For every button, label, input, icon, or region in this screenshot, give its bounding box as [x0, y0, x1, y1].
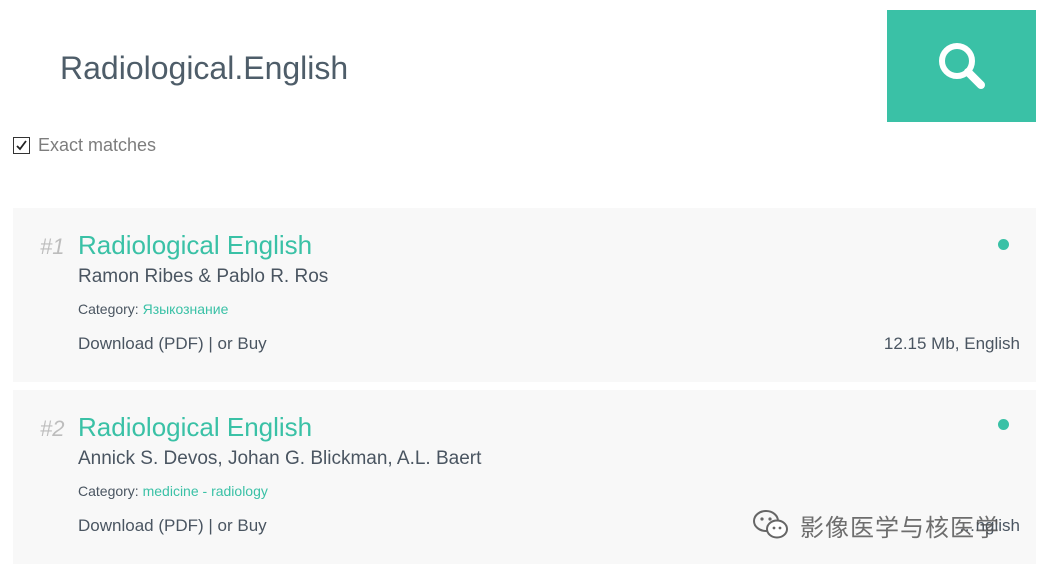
result-actions: Download (PDF) | or Buy: [78, 516, 267, 536]
result-rank: #1: [40, 234, 65, 259]
category-link[interactable]: medicine - radiology: [143, 483, 268, 499]
wechat-icon: [753, 510, 788, 539]
download-pdf-link[interactable]: Download (PDF): [78, 334, 204, 353]
exact-matches-label: Exact matches: [38, 134, 157, 155]
search-button[interactable]: [887, 10, 1036, 122]
result-category: Category: Языкознание: [78, 301, 228, 317]
result-actions: Download (PDF) | or Buy: [78, 334, 267, 354]
search-input[interactable]: [46, 40, 846, 96]
result-title-link[interactable]: Radiological English: [78, 230, 312, 261]
checkmark-icon: [16, 139, 27, 150]
result-category: Category: medicine - radiology: [78, 483, 268, 499]
buy-link[interactable]: or Buy: [218, 334, 267, 353]
result-title-link[interactable]: Radiological English: [78, 412, 312, 443]
result-rank: #2: [40, 416, 65, 441]
category-prefix: Category:: [78, 301, 143, 317]
exact-matches-toggle[interactable]: Exact matches: [13, 132, 156, 158]
separator: |: [203, 516, 218, 535]
result-authors: Annick S. Devos, Johan G. Blickman, A.L.…: [78, 448, 482, 469]
result-item: #1 Radiological English Ramon Ribes & Pa…: [13, 208, 1036, 382]
status-dot: [998, 239, 1009, 250]
watermark-text: 影像医学与核医学: [800, 513, 1000, 542]
search-icon: [938, 43, 985, 89]
search-bar: [0, 0, 1040, 130]
status-dot: [998, 419, 1009, 430]
watermark: 影像医学与核医学: [752, 505, 1000, 545]
separator: |: [203, 334, 218, 353]
category-link[interactable]: Языкознание: [143, 301, 229, 317]
exact-matches-checkbox[interactable]: [13, 136, 30, 154]
category-prefix: Category:: [78, 483, 143, 499]
download-pdf-link[interactable]: Download (PDF): [78, 516, 204, 535]
result-authors: Ramon Ribes & Pablo R. Ros: [78, 266, 329, 287]
result-meta: 12.15 Mb, English: [883, 334, 1020, 353]
buy-link[interactable]: or Buy: [218, 516, 267, 535]
